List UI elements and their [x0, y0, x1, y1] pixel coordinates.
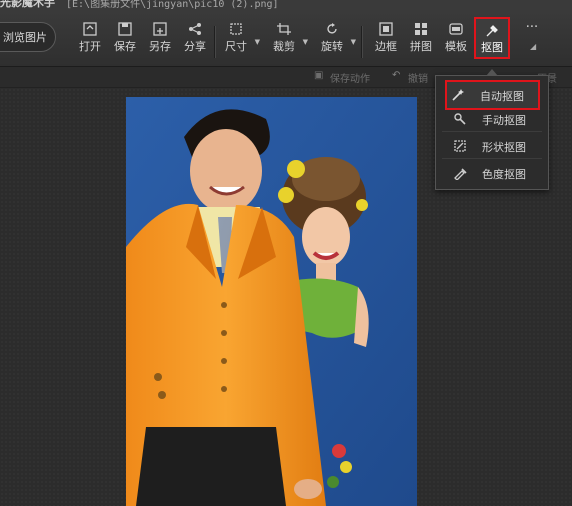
browse-images-button[interactable]: 浏览图片 [0, 22, 56, 52]
resize-caret-icon[interactable]: ▼ [255, 38, 260, 46]
resize-button[interactable]: 尺寸 ▼ [219, 20, 260, 60]
file-path: [E:\图集册文件\jingyan\pic10 (2).png] [66, 0, 279, 10]
collage-icon [415, 23, 427, 35]
open-label: 打开 [79, 40, 101, 53]
shape-cutout-label: 形状抠图 [482, 141, 526, 154]
auto-cutout-label: 自动抠图 [480, 90, 524, 103]
magic-wand-icon [452, 89, 464, 101]
open-icon [83, 22, 97, 36]
resize-icon [230, 23, 242, 35]
rotate-icon [327, 23, 337, 34]
save-action-icon[interactable]: ▣ [314, 70, 323, 81]
toolbar-divider [214, 26, 216, 58]
shape-icon [454, 140, 466, 152]
photo-content [126, 97, 417, 506]
app-title: 光影魔术手 [0, 0, 55, 9]
cutout-icon [486, 25, 498, 37]
rotate-label: 旋转 [321, 40, 343, 53]
share-icon [189, 23, 201, 35]
save-label: 保存 [114, 40, 136, 53]
save-as-icon [153, 22, 167, 36]
template-label: 模板 [445, 40, 467, 53]
resize-label: 尺寸 [225, 40, 247, 53]
chroma-cutout-label: 色度抠图 [482, 168, 526, 181]
collage-button[interactable]: 拼图 [404, 20, 438, 60]
toolbar-divider [361, 26, 363, 58]
save-icon [118, 22, 132, 36]
save-button[interactable]: 保存 [108, 20, 142, 60]
chroma-cutout-item[interactable]: 色度抠图 [442, 161, 542, 185]
manual-cutout-label: 手动抠图 [482, 114, 526, 127]
crop-caret-icon[interactable]: ▼ [303, 38, 308, 46]
crop-icon [277, 23, 291, 35]
share-button[interactable]: 分享 [178, 20, 212, 60]
crop-button[interactable]: 裁剪 ▼ [267, 20, 308, 60]
template-icon [449, 23, 463, 35]
cutout-label: 抠图 [481, 41, 503, 54]
dropdown-arrow [486, 69, 498, 76]
border-label: 边框 [375, 40, 397, 53]
cutout-button[interactable]: 抠图 [474, 17, 510, 59]
open-button[interactable]: 打开 [73, 20, 107, 60]
border-icon [379, 22, 393, 36]
save-as-button[interactable]: 另存 [143, 20, 177, 60]
manual-cutout-item[interactable]: 手动抠图 [442, 107, 542, 132]
cutout-dropdown-menu: 自动抠图 手动抠图 形状抠图 色度抠图 [435, 69, 549, 190]
shape-cutout-item[interactable]: 形状抠图 [442, 134, 542, 159]
expand-triangle-icon[interactable]: ◢ [530, 42, 536, 51]
border-button[interactable]: 边框 [369, 20, 403, 60]
photo-image [126, 97, 417, 506]
title-bar: 光影魔术手 [E:\图集册文件\jingyan\pic10 (2).png] [0, 0, 572, 12]
rotate-caret-icon[interactable]: ▼ [351, 38, 356, 46]
share-label: 分享 [184, 40, 206, 53]
collage-label: 拼图 [410, 40, 432, 53]
rotate-button[interactable]: 旋转 ▼ [315, 20, 356, 60]
undo-icon[interactable]: ↶ [392, 70, 400, 81]
template-button[interactable]: 模板 [439, 20, 473, 60]
crop-label: 裁剪 [273, 40, 295, 53]
auto-cutout-item[interactable]: 自动抠图 [445, 80, 540, 110]
save-as-label: 另存 [149, 40, 171, 53]
undo-button[interactable]: 撤销 [408, 70, 428, 85]
more-icon: ··· [525, 20, 539, 35]
main-toolbar: 浏览图片 打开 保存 另存 分享 尺寸 ▼ 裁剪 ▼ 旋转 ▼ 边框 拼图 模板… [0, 12, 572, 67]
hand-brush-icon [454, 113, 466, 125]
color-pick-icon [454, 168, 467, 180]
save-action-button[interactable]: 保存动作 [330, 70, 370, 85]
